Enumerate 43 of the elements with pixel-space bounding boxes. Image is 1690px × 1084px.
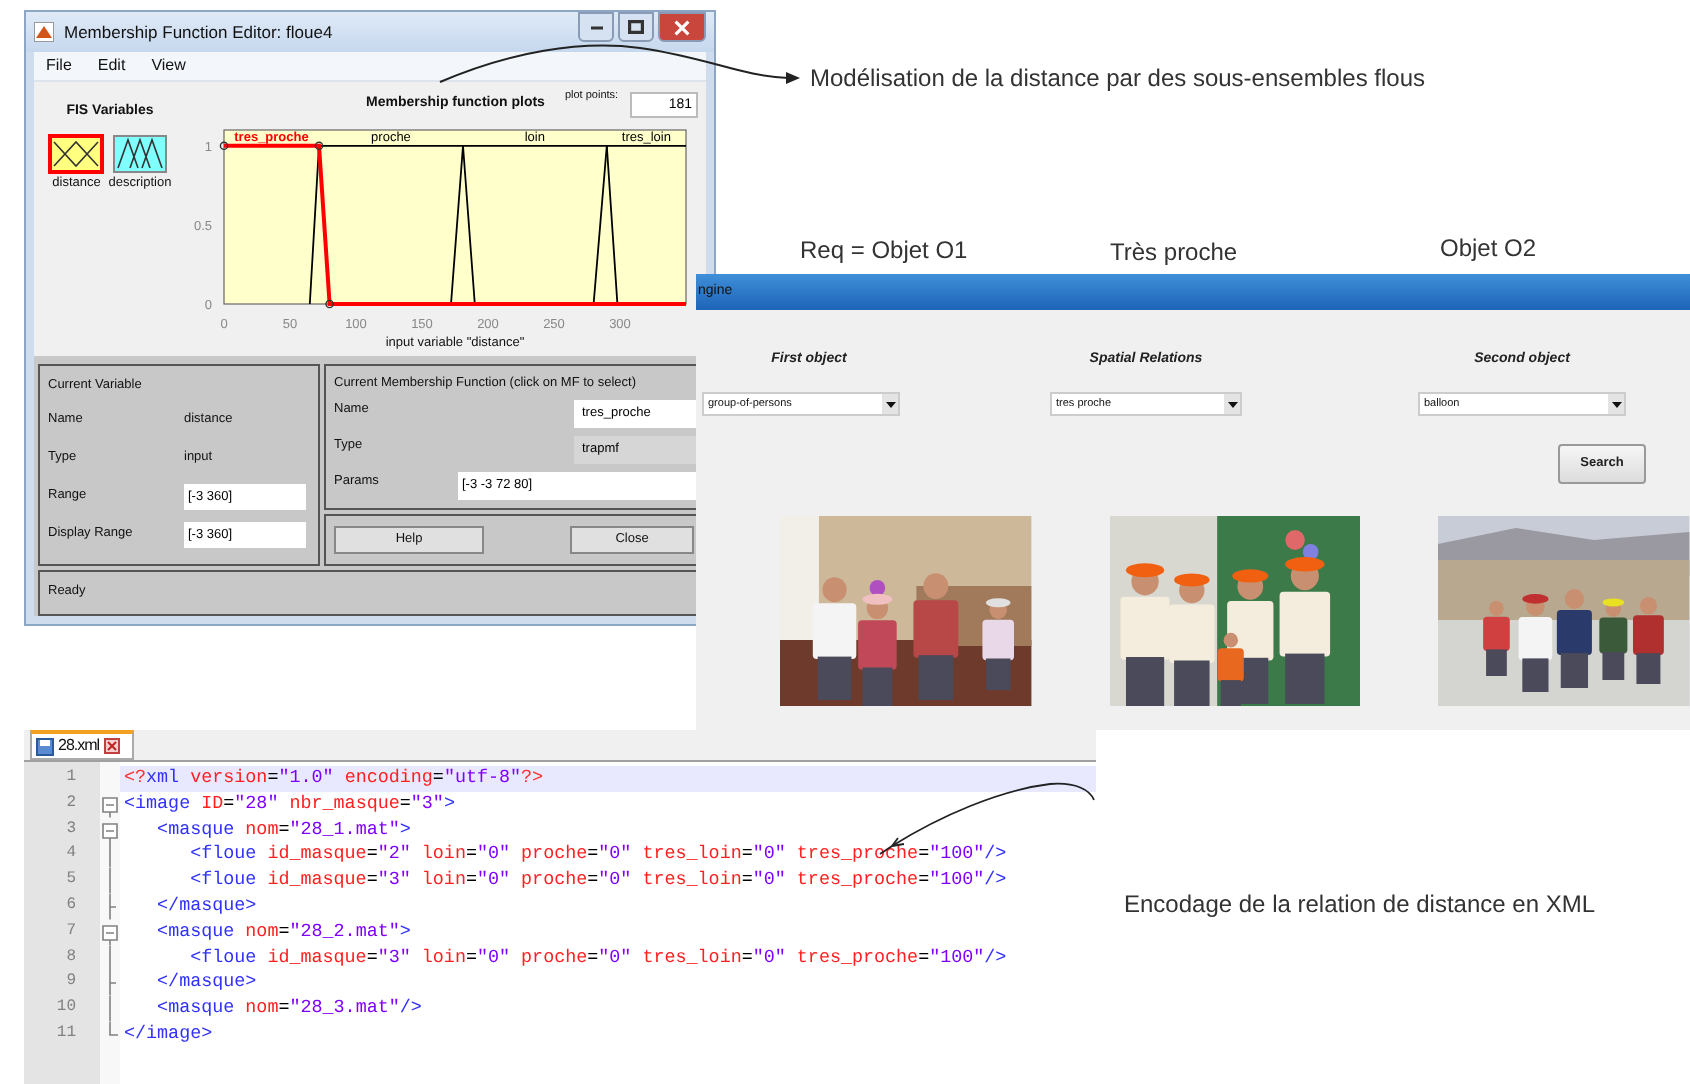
annotation-text: Req = Objet O1 <box>800 234 968 268</box>
maximize-button[interactable] <box>618 12 654 42</box>
annotation-text: Très proche <box>1110 236 1238 270</box>
line-number: 1 <box>66 766 76 790</box>
annotation-text: Objet O2 <box>1440 232 1537 266</box>
dropdown-arrow-icon <box>885 401 895 407</box>
close-icon <box>674 19 690 35</box>
dropdown-arrow-icon <box>1611 401 1621 407</box>
line-number: 6 <box>66 893 76 918</box>
line-number: 2 <box>66 791 76 816</box>
menu-item[interactable]: Edit <box>97 54 126 78</box>
file-tab[interactable]: 28.xml <box>30 730 134 760</box>
membership-curve[interactable] <box>450 144 619 305</box>
close-icon[interactable] <box>103 738 120 754</box>
line-number: 3 <box>66 817 76 842</box>
menu-item[interactable]: View <box>151 54 186 78</box>
app-icon <box>34 22 54 42</box>
close-button[interactable] <box>658 12 706 42</box>
variable-icon[interactable] <box>48 133 105 173</box>
vertex-marker[interactable] <box>219 141 229 151</box>
annotation-text: Encodage de la relation de distance en XML <box>1124 888 1595 922</box>
fold-toggle-icon[interactable] <box>100 919 120 946</box>
dropdown-arrow-icon <box>1227 401 1237 407</box>
minimize-icon <box>589 25 603 29</box>
vertex-marker[interactable] <box>325 299 334 309</box>
line-number: 9 <box>66 970 76 995</box>
minimize-button[interactable] <box>578 12 614 42</box>
line-number: 8 <box>66 945 76 970</box>
line-number: 7 <box>66 919 76 944</box>
membership-curve[interactable] <box>308 144 476 305</box>
vertex-marker[interactable] <box>314 141 324 151</box>
line-number: 4 <box>66 842 76 867</box>
fold-toggle-icon[interactable] <box>100 817 120 843</box>
annotation-text: Modélisation de la distance par des sous-ensembles flous <box>810 62 1426 96</box>
line-number: 11 <box>56 1021 76 1046</box>
variable-icon[interactable] <box>112 133 168 173</box>
fold-toggle-icon[interactable] <box>100 791 120 818</box>
membership-curve[interactable] <box>592 144 687 305</box>
maximize-icon <box>628 20 644 34</box>
line-number: 5 <box>66 868 76 893</box>
menu-item[interactable]: File <box>46 54 72 78</box>
line-number: 10 <box>56 996 76 1021</box>
window-title: Membership Function Editor: floue4 <box>64 19 333 45</box>
